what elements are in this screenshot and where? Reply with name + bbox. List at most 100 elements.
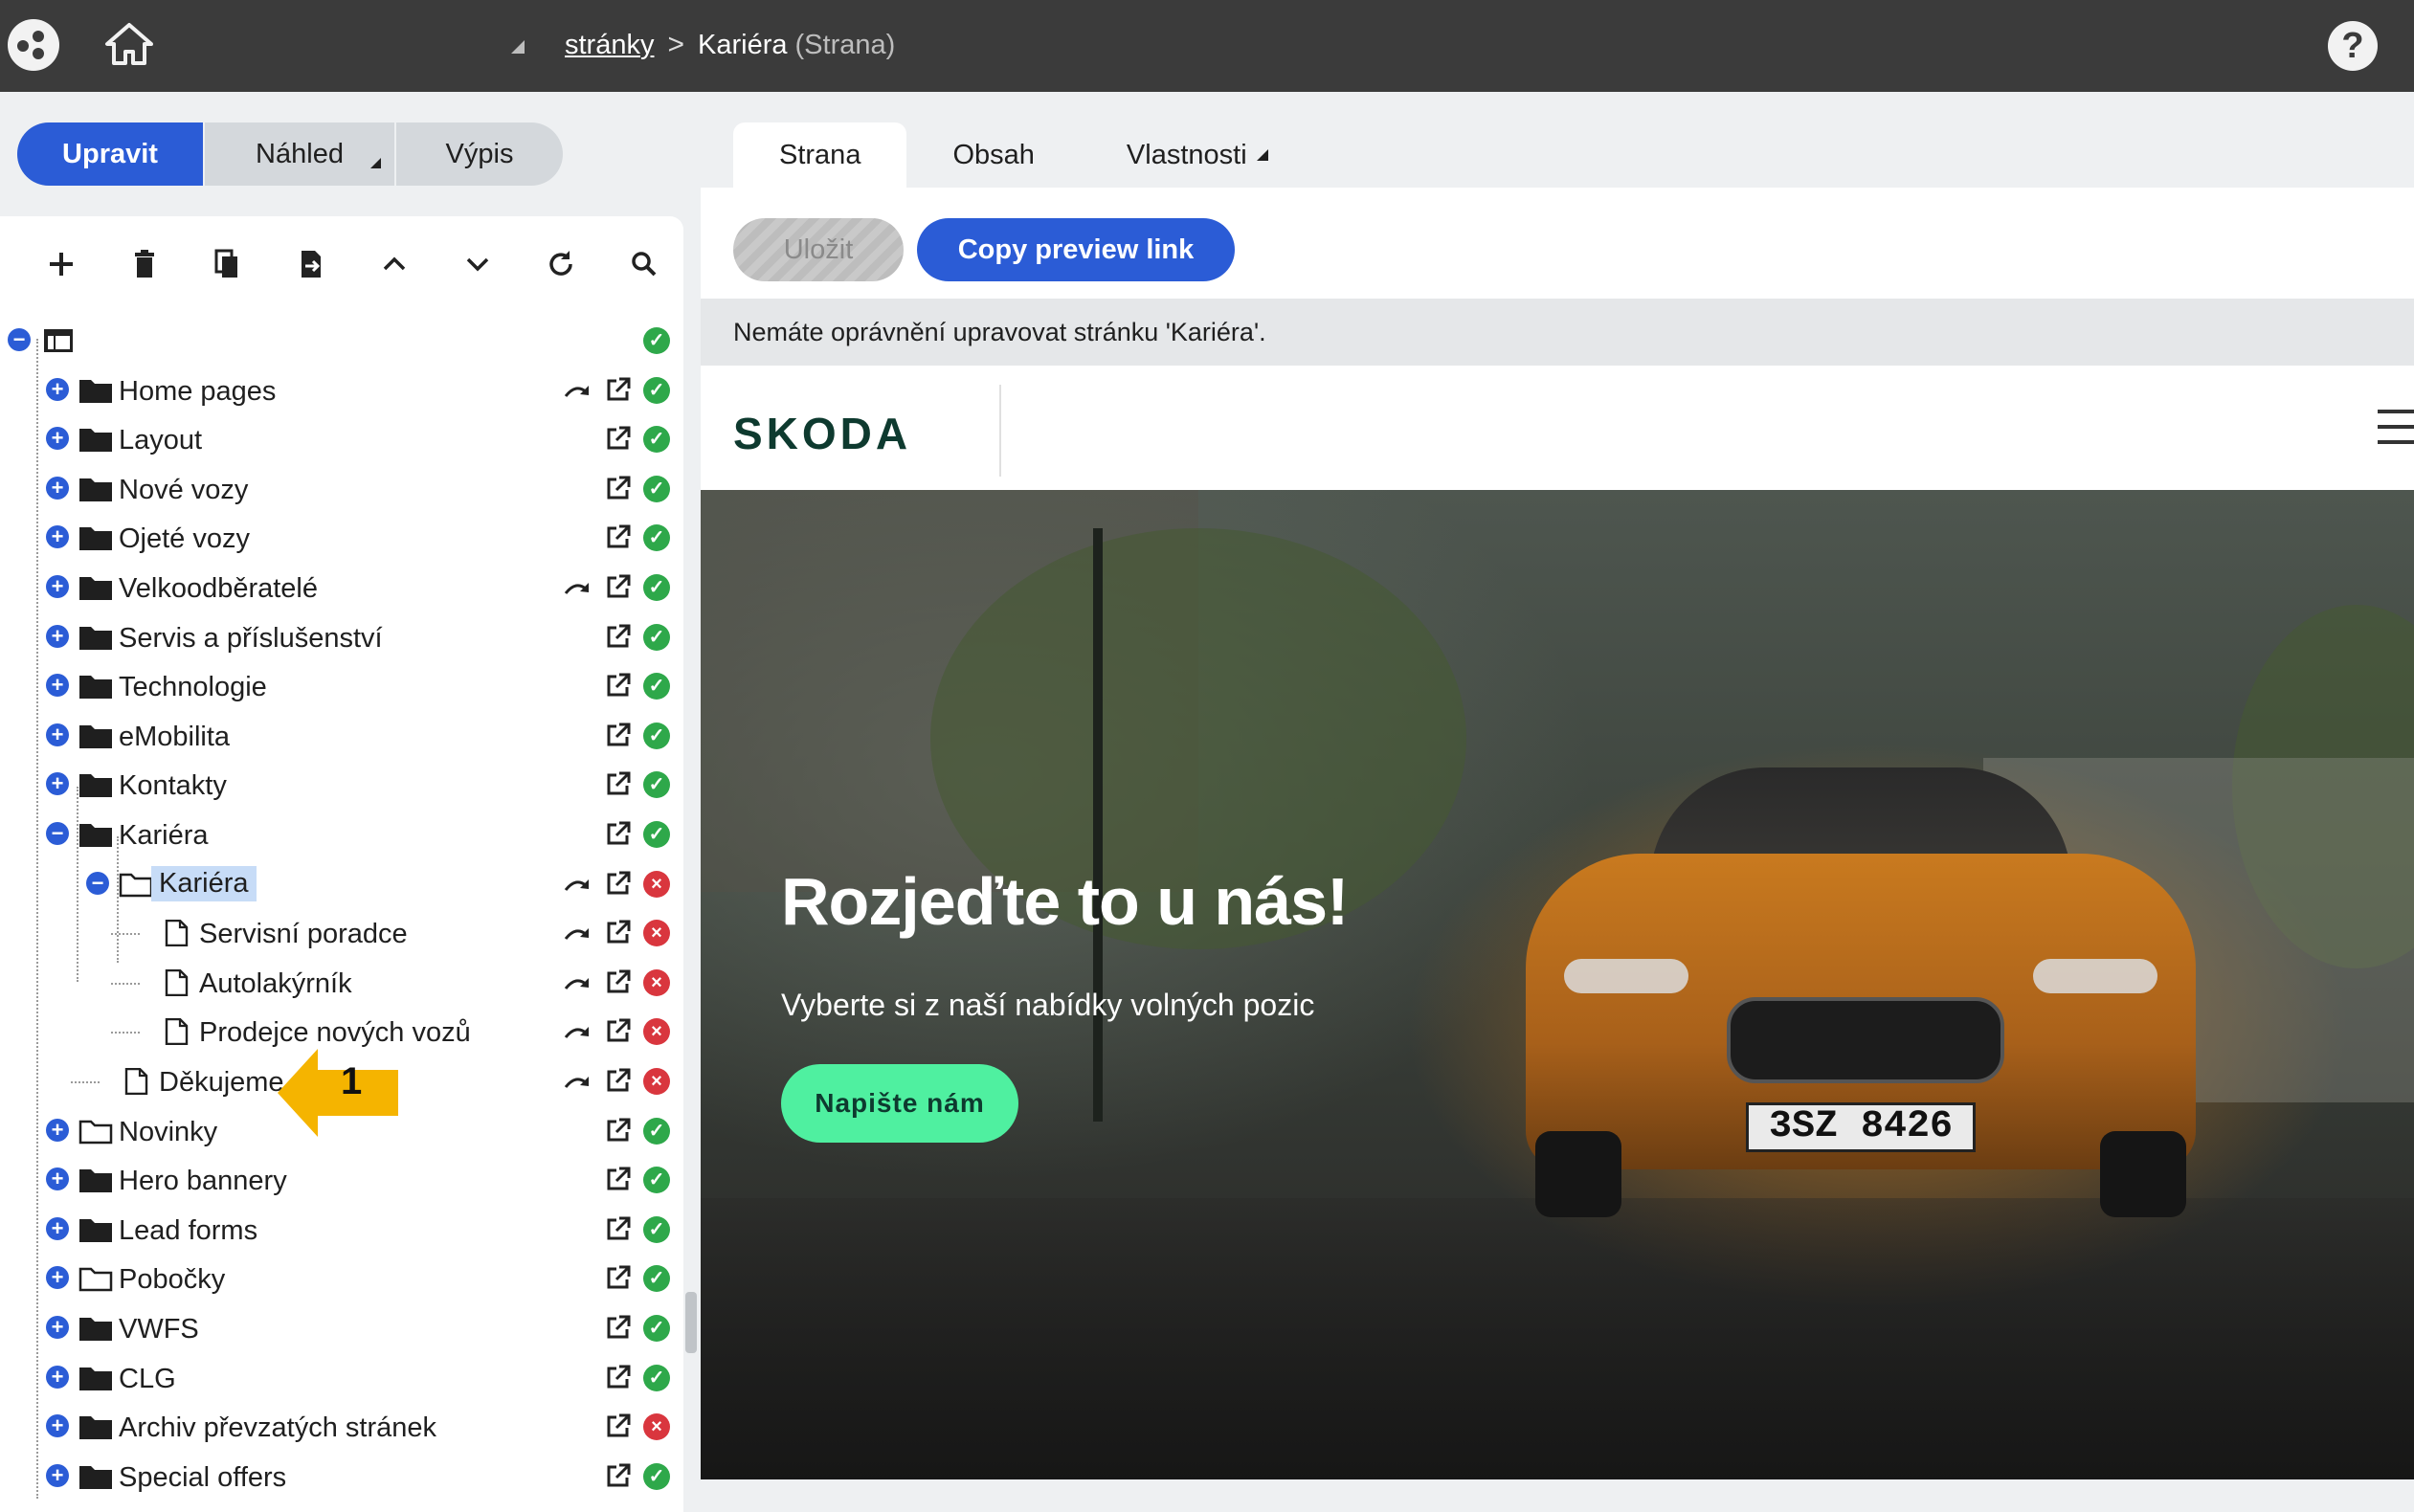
open-external-icon[interactable] (605, 1364, 632, 1390)
tree-item[interactable]: + Archiv převzatých stránek × (0, 1402, 683, 1452)
tree-item-label[interactable]: Layout (119, 425, 202, 456)
chevron-up-icon[interactable] (352, 235, 436, 293)
tree-item[interactable]: + Servis a příslušenství ✓ (0, 612, 683, 662)
mode-button-edit[interactable]: Upravit (17, 122, 205, 186)
open-external-icon[interactable] (605, 425, 632, 452)
save-button[interactable]: Uložit (733, 218, 904, 281)
tree-item-label[interactable]: Pobočky (119, 1264, 225, 1296)
tab-vlastnosti[interactable]: Vlastnosti (1081, 122, 1314, 188)
expand-icon[interactable]: + (46, 772, 69, 795)
open-external-icon[interactable] (605, 1412, 632, 1439)
expand-icon[interactable]: + (46, 1414, 69, 1437)
mode-button-list[interactable]: Výpis (396, 122, 563, 186)
collapse-icon[interactable]: − (46, 822, 69, 845)
contact-cta-button[interactable]: Napište nám (781, 1064, 1018, 1143)
breadcrumb-dropdown-icon[interactable] (511, 40, 525, 54)
tree-item[interactable]: − Kariéra × (0, 859, 683, 909)
open-external-icon[interactable] (605, 968, 632, 995)
tree-item-label[interactable]: Kariéra (119, 820, 209, 852)
help-icon[interactable]: ? (2328, 21, 2378, 71)
menu-icon[interactable] (2378, 410, 2414, 456)
collapse-icon[interactable]: − (8, 328, 31, 351)
open-external-icon[interactable] (605, 1166, 632, 1192)
collapse-icon[interactable]: − (86, 872, 109, 895)
home-icon[interactable] (103, 19, 155, 71)
tree-item-label[interactable]: eMobilita (119, 722, 230, 753)
panel-splitter[interactable] (685, 1292, 697, 1353)
expand-icon[interactable]: + (46, 575, 69, 598)
open-external-icon[interactable] (605, 475, 632, 501)
expand-icon[interactable]: + (46, 1366, 69, 1389)
refresh-icon[interactable] (519, 235, 602, 293)
preview-dropdown-icon[interactable] (370, 158, 381, 168)
expand-icon[interactable]: + (46, 1167, 69, 1190)
tree-item[interactable]: + CLG ✓ (0, 1353, 683, 1403)
tree-item[interactable]: + Pobočky ✓ (0, 1254, 683, 1303)
expand-icon[interactable]: + (46, 1316, 69, 1339)
tree-item-label[interactable]: VWFS (119, 1314, 199, 1345)
open-external-icon[interactable] (605, 1215, 632, 1242)
tab-strana[interactable]: Strana (733, 122, 907, 188)
copy-icon[interactable] (186, 235, 269, 293)
tree-item-label[interactable]: Novinky (119, 1117, 217, 1148)
tree-item-label[interactable]: Home pages (119, 376, 276, 408)
tree-item-label[interactable]: Ojeté vozy (119, 523, 250, 555)
expand-icon[interactable]: + (46, 477, 69, 500)
tree-root[interactable]: − ✓ (0, 316, 683, 366)
tree-item[interactable]: − Kariéra ✓ (0, 810, 683, 859)
breadcrumb-link-pages[interactable]: stránky (565, 30, 654, 61)
expand-icon[interactable]: + (46, 1464, 69, 1487)
tree-item-label[interactable]: Archiv převzatých stránek (119, 1412, 436, 1444)
open-external-icon[interactable] (605, 376, 632, 403)
tree-item-label[interactable]: Prodejce nových vozů (199, 1017, 471, 1049)
open-external-icon[interactable] (605, 672, 632, 699)
tree-item[interactable]: + eMobilita ✓ (0, 711, 683, 761)
app-logo-icon[interactable] (8, 19, 59, 71)
open-external-icon[interactable] (605, 573, 632, 600)
tree-item[interactable]: + Layout ✓ (0, 414, 683, 464)
tree-item-label[interactable]: Velkoodběratelé (119, 573, 318, 605)
open-external-icon[interactable] (605, 623, 632, 650)
tree-item[interactable]: + VWFS ✓ (0, 1303, 683, 1353)
tree-item-label[interactable]: Nové vozy (119, 475, 248, 506)
chevron-down-icon[interactable] (436, 235, 519, 293)
open-external-icon[interactable] (605, 1017, 632, 1044)
open-external-icon[interactable] (605, 722, 632, 748)
open-external-icon[interactable] (605, 1462, 632, 1489)
tree-item-label[interactable]: Technologie (119, 672, 267, 703)
tab-obsah[interactable]: Obsah (906, 122, 1080, 188)
open-external-icon[interactable] (605, 770, 632, 797)
open-external-icon[interactable] (605, 820, 632, 847)
expand-icon[interactable]: + (46, 1119, 69, 1142)
tree-item-label[interactable]: Special offers (119, 1462, 286, 1494)
tree-item-label[interactable]: Děkujeme (159, 1067, 284, 1099)
tree-item-label[interactable]: Autolakýrník (199, 968, 352, 1000)
tree-item-label[interactable]: Kontakty (119, 770, 227, 802)
expand-icon[interactable]: + (46, 525, 69, 548)
trash-icon[interactable] (102, 235, 186, 293)
tree-item[interactable]: + Velkoodběratelé ✓ (0, 563, 683, 612)
tree-item[interactable]: + Technologie ✓ (0, 661, 683, 711)
tree-item[interactable]: Autolakýrník × (0, 958, 683, 1008)
tree-item[interactable]: + Kontakty ✓ (0, 760, 683, 810)
tree-item[interactable]: + Lead forms ✓ (0, 1205, 683, 1255)
open-external-icon[interactable] (605, 1314, 632, 1341)
open-external-icon[interactable] (605, 870, 632, 897)
expand-icon[interactable]: + (46, 1217, 69, 1240)
copy-preview-link-button[interactable]: Copy preview link (917, 218, 1235, 281)
tree-item[interactable]: + Nové vozy ✓ (0, 464, 683, 514)
open-external-icon[interactable] (605, 1117, 632, 1144)
brand-logo[interactable]: SKODA (733, 408, 911, 459)
expand-icon[interactable]: + (46, 1266, 69, 1289)
tree-item[interactable]: + Home pages ✓ (0, 366, 683, 415)
open-external-icon[interactable] (605, 1264, 632, 1291)
export-icon[interactable] (269, 235, 352, 293)
tree-item-label[interactable]: Servis a příslušenství (119, 623, 383, 655)
tree-item-label[interactable]: Hero bannery (119, 1166, 287, 1197)
expand-icon[interactable]: + (46, 674, 69, 697)
add-icon[interactable] (19, 235, 102, 293)
expand-icon[interactable]: + (46, 723, 69, 746)
vlastnosti-dropdown-icon[interactable] (1256, 149, 1268, 161)
tree-item[interactable]: + Special offers ✓ (0, 1452, 683, 1501)
search-icon[interactable] (602, 235, 685, 293)
